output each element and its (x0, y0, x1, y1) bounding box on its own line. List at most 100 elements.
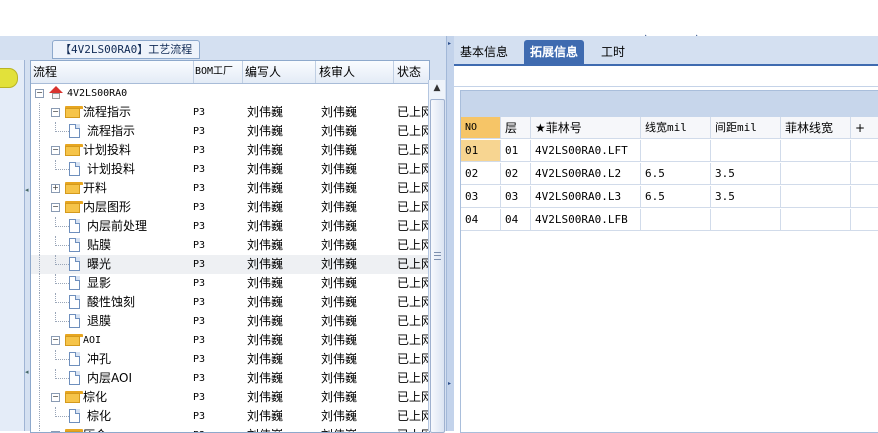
film-table-row[interactable]: 03 03 4V2LS00RA0.L3 6.5 3.5 (461, 186, 878, 209)
film-table-cell[interactable]: 01 (501, 140, 531, 162)
tree-node-label[interactable]: 酸性蚀刻 (87, 293, 191, 312)
tree-node-label[interactable]: 计划投料 (87, 160, 191, 179)
tree-row[interactable]: 退膜P3 刘伟巍 刘伟巍 已上网 (31, 312, 429, 331)
column-header-writer[interactable]: 编写人 (243, 61, 316, 83)
tree-node-label[interactable]: 压合 (83, 426, 191, 432)
film-table-cell[interactable]: 04 (501, 209, 531, 231)
film-table-cell[interactable]: 04 (461, 209, 501, 231)
film-table-cell[interactable] (641, 140, 711, 162)
collapse-icon[interactable]: − (35, 89, 44, 98)
tab-extended-info[interactable]: 拓展信息 (524, 40, 585, 64)
tab-basic-info[interactable]: 基本信息 (454, 41, 514, 63)
film-table-cell[interactable]: 4V2LS00RA0.LFB (531, 209, 641, 231)
tree-node-label[interactable]: 内层AOI (87, 369, 191, 388)
film-table-row[interactable]: 04 04 4V2LS00RA0.LFB (461, 209, 878, 232)
collapse-icon[interactable]: − (51, 203, 60, 212)
column-header-line-width[interactable]: 线宽mil (641, 117, 711, 139)
film-table-cell[interactable]: 6.5 (641, 186, 711, 208)
tree-row[interactable]: − 流程指示P3 刘伟巍 刘伟巍 已上网 (31, 103, 429, 122)
film-table-cell[interactable]: 01 (461, 140, 501, 162)
tree-row[interactable]: 内层AOIP3 刘伟巍 刘伟巍 已上网 (31, 369, 429, 388)
collapse-icon[interactable]: − (51, 146, 60, 155)
tree-row[interactable]: 曝光P3 刘伟巍 刘伟巍 已上网 (31, 255, 429, 274)
tree-node-label[interactable]: 显影 (87, 274, 191, 293)
tree-node-label[interactable]: 内层前处理 (87, 217, 191, 236)
add-column-button[interactable]: + (851, 117, 878, 139)
column-header-layer[interactable]: 层 (501, 117, 531, 139)
film-table-cell[interactable]: 6.5 (641, 163, 711, 185)
tree-node-label[interactable]: 流程指示 (87, 122, 191, 141)
film-table-cell[interactable]: 3.5 (711, 163, 781, 185)
film-table-row[interactable]: 01 01 4V2LS00RA0.LFT (461, 140, 878, 163)
bom-factory-cell: P3 (193, 373, 206, 384)
tree-node-label[interactable]: 棕化 (83, 388, 191, 407)
tree-row[interactable]: − AOIP3 刘伟巍 刘伟巍 已上网 (31, 331, 429, 350)
tree-node-label[interactable]: 流程指示 (83, 103, 191, 122)
tree-row[interactable]: −压合P3刘伟巍刘伟巍已上网 (31, 426, 429, 432)
film-table-row[interactable]: 02 02 4V2LS00RA0.L2 6.5 3.5 (461, 163, 878, 186)
collapse-icon[interactable]: − (51, 393, 60, 402)
splitter-arrow-icon[interactable]: ▸ (448, 41, 451, 47)
tree-row[interactable]: 计划投料P3 刘伟巍 刘伟巍 已上网 (31, 160, 429, 179)
film-table-cell[interactable] (781, 209, 851, 231)
status-indicator-icon[interactable] (0, 68, 18, 88)
tree-node-label[interactable]: 曝光 (87, 255, 191, 274)
tree-row[interactable]: 酸性蚀刻P3 刘伟巍 刘伟巍 已上网 (31, 293, 429, 312)
column-header-status[interactable]: 状态 (395, 61, 429, 83)
film-table-cell[interactable]: 03 (501, 186, 531, 208)
writer-cell: 刘伟巍 (247, 200, 284, 214)
collapse-icon[interactable]: − (51, 336, 60, 345)
tree-row[interactable]: 贴膜P3 刘伟巍 刘伟巍 已上网 (31, 236, 429, 255)
film-table-cell[interactable]: 03 (461, 186, 501, 208)
tree-node-label[interactable]: 棕化 (87, 407, 191, 426)
tree-vertical-scrollbar[interactable]: ▲ (428, 80, 445, 433)
tree-row[interactable]: 棕化P3 刘伟巍 刘伟巍 已上网 (31, 407, 429, 426)
process-flow-pane: 【4V2LS00RA0】工艺流程 ◂ ◂ 流程 BOM工厂 编写人 核审人 状态… (0, 36, 451, 433)
tree-node-label[interactable]: 内层图形 (83, 198, 191, 217)
tree-row[interactable]: 流程指示P3 刘伟巍 刘伟巍 已上网 (31, 122, 429, 141)
tree-node-label[interactable]: 退膜 (87, 312, 191, 331)
tree-node-label[interactable]: 贴膜 (87, 236, 191, 255)
film-table-cell (851, 186, 878, 208)
tree-node-label[interactable]: AOI (83, 331, 191, 350)
column-header-bom[interactable]: BOM工厂 (193, 61, 243, 83)
tree-guide-line (39, 369, 40, 388)
film-table-cell[interactable] (711, 140, 781, 162)
film-table-cell[interactable] (781, 163, 851, 185)
column-header-flow[interactable]: 流程 (31, 61, 194, 83)
tree-node-label[interactable]: 4V2LS00RA0 (67, 84, 191, 103)
tree-row[interactable]: − 棕化P3 刘伟巍 刘伟巍 已上网 (31, 388, 429, 407)
film-table-cell[interactable]: 02 (461, 163, 501, 185)
document-icon (69, 124, 80, 138)
tree-node-label[interactable]: 计划投料 (83, 141, 191, 160)
film-table-cell[interactable] (781, 186, 851, 208)
film-table-cell[interactable]: 3.5 (711, 186, 781, 208)
column-header-reviewer[interactable]: 核审人 (317, 61, 394, 83)
tree-row[interactable]: 冲孔P3 刘伟巍 刘伟巍 已上网 (31, 350, 429, 369)
tree-row[interactable]: − 计划投料P3 刘伟巍 刘伟巍 已上网 (31, 141, 429, 160)
splitter-arrow-icon[interactable]: ▸ (448, 381, 451, 387)
scroll-up-icon[interactable]: ▲ (429, 80, 445, 97)
column-header-film-line-width[interactable]: 菲林线宽 (781, 117, 851, 139)
tree-row[interactable]: 内层前处理P3 刘伟巍 刘伟巍 已上网 (31, 217, 429, 236)
film-table-cell[interactable]: 4V2LS00RA0.L3 (531, 186, 641, 208)
tree-row[interactable]: − 内层图形P3 刘伟巍 刘伟巍 已上网 (31, 198, 429, 217)
scrollbar-thumb[interactable] (430, 99, 445, 433)
collapse-icon[interactable]: − (51, 108, 60, 117)
film-table-cell[interactable]: 4V2LS00RA0.LFT (531, 140, 641, 162)
tab-work-hours[interactable]: 工时 (595, 41, 631, 63)
column-header-film-no[interactable]: ★菲林号 (531, 117, 641, 139)
tree-row[interactable]: + 开料P3 刘伟巍 刘伟巍 已上网 (31, 179, 429, 198)
film-table-cell[interactable]: 02 (501, 163, 531, 185)
expand-icon[interactable]: + (51, 184, 60, 193)
column-header-no[interactable]: NO (461, 117, 501, 139)
film-table-cell[interactable]: 4V2LS00RA0.L2 (531, 163, 641, 185)
film-table-cell[interactable] (781, 140, 851, 162)
tree-row[interactable]: 显影P3 刘伟巍 刘伟巍 已上网 (31, 274, 429, 293)
tree-row[interactable]: − 4V2LS00RA0 (31, 84, 429, 103)
tree-node-label[interactable]: 开料 (83, 179, 191, 198)
column-header-spacing[interactable]: 间距mil (711, 117, 781, 139)
film-table-cell[interactable] (711, 209, 781, 231)
film-table-cell[interactable] (641, 209, 711, 231)
tree-node-label[interactable]: 冲孔 (87, 350, 191, 369)
